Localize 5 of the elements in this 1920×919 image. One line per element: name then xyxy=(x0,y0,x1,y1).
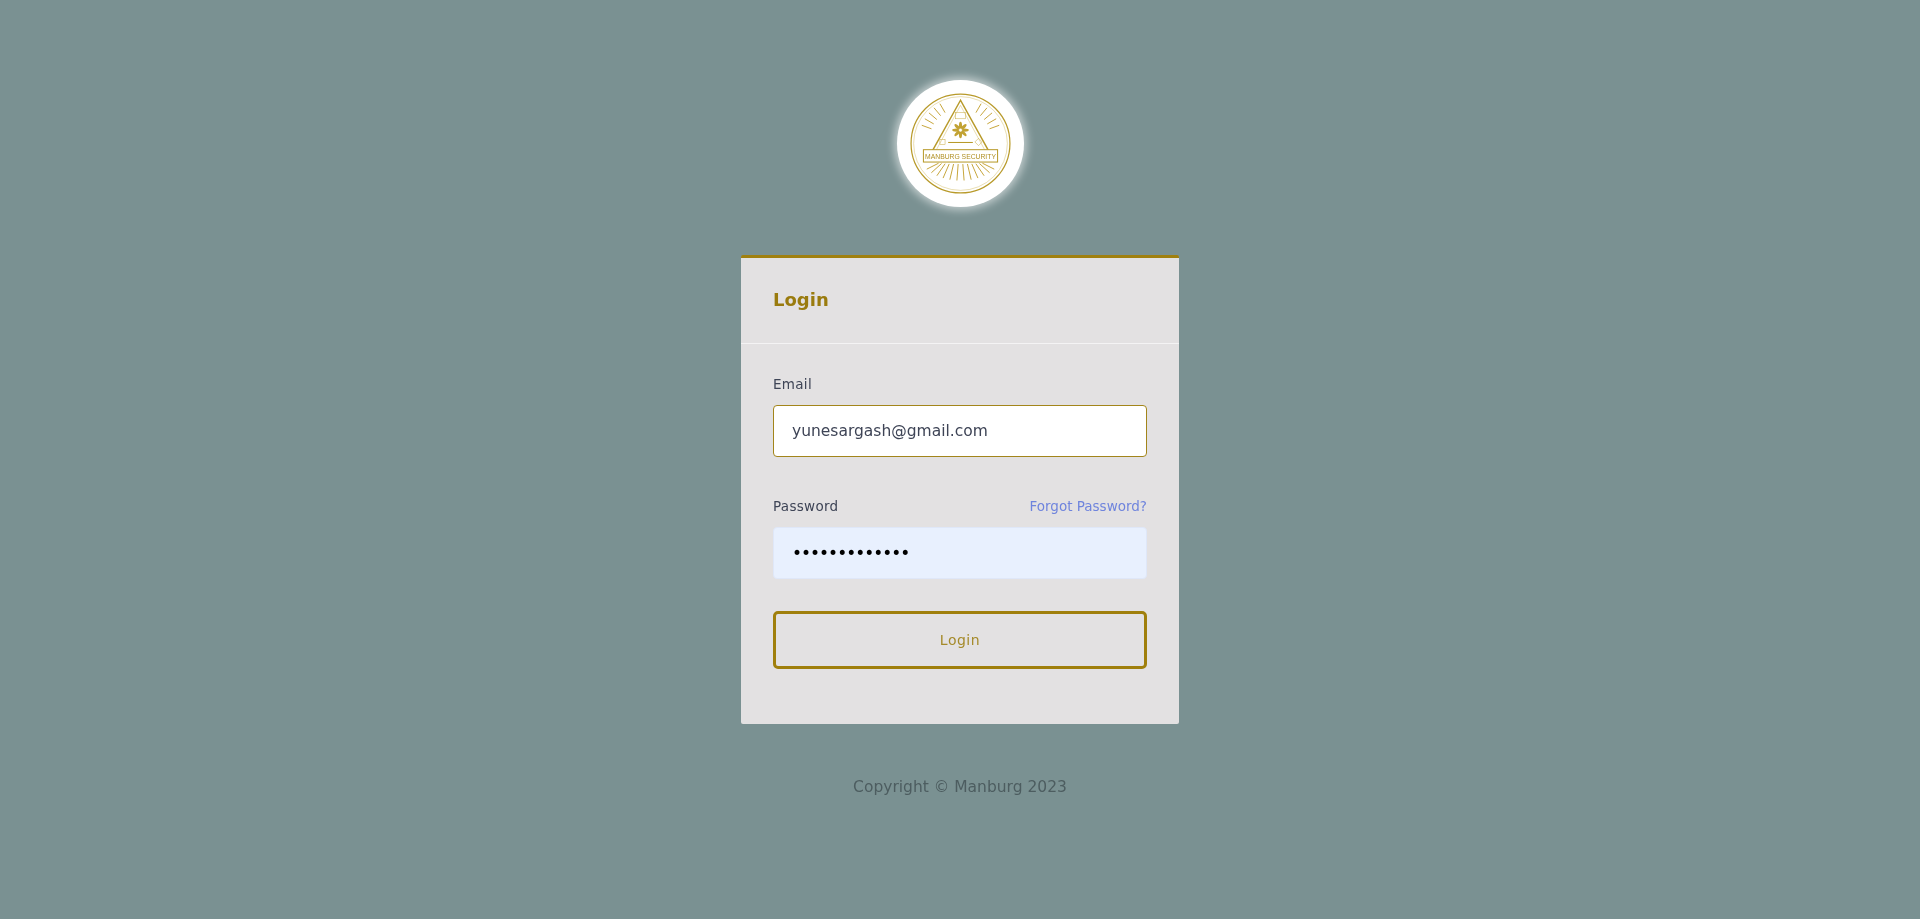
email-label: Email xyxy=(773,376,812,392)
email-field[interactable]: yunesargash@gmail.com xyxy=(773,405,1147,457)
password-label: Password xyxy=(773,498,839,514)
card-title: Login xyxy=(773,289,829,310)
password-field[interactable]: ••••••••••••• xyxy=(773,527,1147,579)
